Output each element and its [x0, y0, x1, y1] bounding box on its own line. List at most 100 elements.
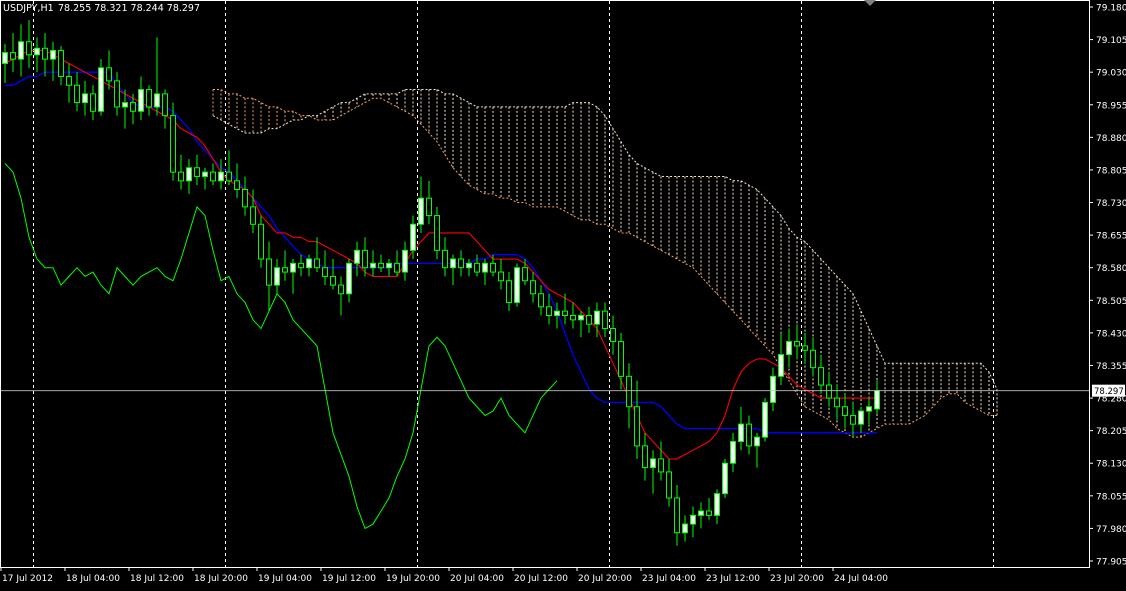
bear-candle — [234, 180, 240, 190]
bull-candle — [34, 47, 40, 56]
bull-candle — [594, 310, 600, 325]
bear-candle — [810, 349, 816, 369]
bear-candle — [10, 52, 16, 60]
current-price-box: 78.297 — [1092, 384, 1125, 397]
price-tick-label: 79.180 — [1096, 4, 1126, 14]
price-tick-label: 78.430 — [1096, 329, 1126, 339]
bear-candle — [362, 249, 368, 269]
bear-candle — [490, 262, 496, 273]
bear-candle — [90, 93, 96, 112]
bear-candle — [842, 406, 848, 416]
time-tick-label: 18 Jul 20:00 — [194, 574, 248, 584]
price-tick-label: 78.730 — [1096, 199, 1126, 209]
bear-candle — [522, 267, 528, 282]
time-tick-label: 23 Jul 04:00 — [642, 574, 696, 584]
bear-candle — [826, 384, 832, 399]
bull-candle — [690, 514, 696, 525]
bear-candle — [794, 341, 800, 347]
bear-candle — [586, 315, 592, 325]
bull-candle — [50, 49, 56, 60]
bear-candle — [58, 49, 64, 78]
bear-candle — [610, 328, 616, 343]
price-tick-label: 78.130 — [1096, 460, 1126, 470]
bear-candle — [626, 375, 632, 408]
bull-candle — [202, 171, 208, 177]
bull-candle — [778, 354, 784, 377]
bull-candle — [98, 67, 104, 112]
bear-candle — [834, 397, 840, 408]
bear-candle — [178, 171, 184, 182]
bull-candle — [186, 167, 192, 182]
price-chart[interactable]: 79.180 79.105 79.030 78.955 78.880 78.805 78.7… — [0, 0, 1126, 591]
bear-candle — [602, 310, 608, 330]
time-tick-label: 20 Jul 04:00 — [450, 574, 504, 584]
bear-candle — [226, 171, 232, 182]
bull-candle — [650, 458, 656, 469]
price-tick-label: 78.580 — [1096, 264, 1126, 274]
bear-candle — [674, 497, 680, 534]
bear-candle — [570, 315, 576, 321]
bear-candle — [530, 280, 536, 295]
bear-candle — [538, 293, 544, 308]
bear-candle — [42, 47, 48, 60]
bull-candle — [866, 406, 872, 412]
bear-candle — [850, 414, 856, 425]
time-tick-label: 20 Jul 20:00 — [578, 574, 632, 584]
bull-candle — [762, 401, 768, 438]
bear-candle — [394, 262, 400, 273]
bull-candle — [18, 41, 24, 60]
bull-candle — [218, 171, 224, 182]
bull-candle — [2, 52, 8, 64]
price-tick-label: 79.105 — [1096, 36, 1126, 46]
bull-candle — [466, 262, 472, 269]
bull-candle — [514, 267, 520, 303]
time-tick-label: 23 Jul 20:00 — [770, 574, 824, 584]
price-tick-label: 78.355 — [1096, 362, 1126, 372]
bull-candle — [410, 223, 416, 251]
bull-candle — [682, 523, 688, 534]
price-tick-label: 78.805 — [1096, 166, 1126, 176]
time-tick-label: 19 Jul 12:00 — [322, 574, 376, 584]
bull-candle — [402, 249, 408, 273]
bear-candle — [314, 258, 320, 269]
bear-candle — [298, 262, 304, 269]
bull-candle — [274, 267, 280, 286]
bull-candle — [770, 375, 776, 403]
bear-candle — [194, 167, 200, 177]
bear-candle — [442, 249, 448, 269]
current-price-label: 78.297 — [1094, 387, 1124, 397]
bull-candle — [874, 390, 880, 410]
price-tick-label: 78.655 — [1096, 232, 1126, 242]
price-tick-label: 78.205 — [1096, 427, 1126, 437]
bear-candle — [658, 458, 664, 473]
bear-candle — [474, 262, 480, 273]
time-tick-label: 18 Jul 12:00 — [130, 574, 184, 584]
bear-candle — [338, 284, 344, 295]
bull-candle — [154, 93, 160, 108]
time-tick-label: 19 Jul 20:00 — [386, 574, 440, 584]
chart-symbol-title: USDJPY,H1 — [3, 3, 54, 14]
bear-candle — [746, 423, 752, 447]
bear-candle — [114, 80, 120, 108]
price-tick-label: 77.905 — [1096, 558, 1126, 568]
bear-candle — [242, 188, 248, 208]
bull-candle — [450, 258, 456, 269]
bear-candle — [210, 171, 216, 182]
bear-candle — [506, 280, 512, 303]
bear-candle — [618, 341, 624, 377]
price-tick-label: 77.980 — [1096, 525, 1126, 535]
bear-candle — [426, 197, 432, 217]
bull-candle — [290, 262, 296, 273]
bull-candle — [858, 410, 864, 425]
bull-candle — [698, 510, 704, 516]
time-tick-label: 23 Jul 12:00 — [706, 574, 760, 584]
bear-candle — [642, 445, 648, 469]
bull-candle — [714, 493, 720, 516]
time-tick-label: 19 Jul 04:00 — [258, 574, 312, 584]
bear-candle — [74, 84, 80, 104]
bear-candle — [322, 267, 328, 277]
price-tick-label: 78.055 — [1096, 492, 1126, 502]
bull-candle — [554, 310, 560, 317]
bull-candle — [346, 262, 352, 295]
price-tick-label: 78.955 — [1096, 101, 1126, 111]
